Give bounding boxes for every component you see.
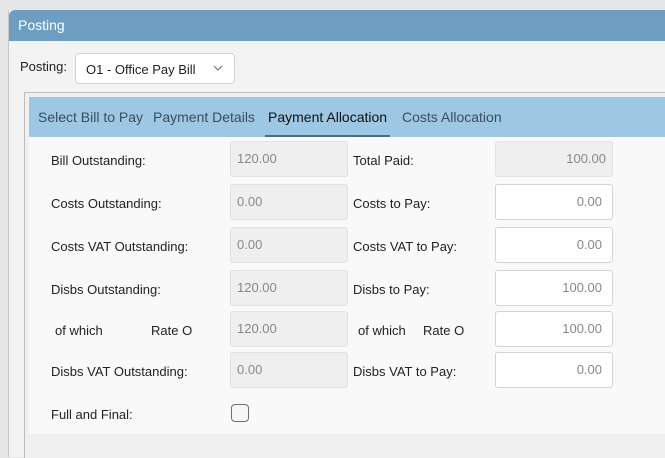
posting-select[interactable]: O1 - Office Pay Bill [75, 53, 235, 84]
posting-panel: Select Bill to Pay Payment Details Payme… [24, 92, 665, 458]
disbs-vat-to-pay-label: Disbs VAT to Pay: [353, 364, 457, 379]
of-which-rate-outstanding-field: 120.00 [230, 311, 348, 347]
full-and-final-checkbox[interactable] [231, 404, 249, 422]
tab-payment-allocation[interactable]: Payment Allocation [265, 97, 391, 137]
disbs-outstanding-label: Disbs Outstanding: [51, 282, 161, 297]
posting-select-value: O1 - Office Pay Bill [86, 62, 196, 77]
bill-outstanding-field: 120.00 [230, 141, 348, 177]
payment-allocation-form: Bill Outstanding: 120.00 Total Paid: 100… [29, 137, 665, 434]
costs-outstanding-label: Costs Outstanding: [51, 196, 162, 211]
full-and-final-label: Full and Final: [51, 407, 133, 422]
disbs-to-pay-label: Disbs to Pay: [353, 282, 430, 297]
chevron-down-icon [213, 65, 223, 71]
rate-label-left: Rate O [151, 323, 193, 338]
tab-payment-details[interactable]: Payment Details [153, 97, 255, 137]
costs-outstanding-field: 0.00 [230, 184, 348, 220]
total-paid-field: 100.00 [495, 141, 613, 177]
costs-vat-outstanding-field: 0.00 [230, 227, 348, 263]
rate-label-right: Rate O [423, 323, 465, 338]
tab-costs-allocation[interactable]: Costs Allocation [402, 97, 502, 137]
bill-outstanding-label: Bill Outstanding: [51, 153, 146, 168]
disbs-to-pay-input[interactable]: 100.00 [495, 270, 613, 306]
posting-label: Posting: [20, 59, 67, 74]
costs-vat-outstanding-label: Costs VAT Outstanding: [51, 239, 189, 254]
disbs-outstanding-field: 120.00 [230, 270, 348, 306]
of-which-rate-to-pay-input[interactable]: 100.00 [495, 311, 613, 347]
costs-vat-to-pay-label: Costs VAT to Pay: [353, 239, 458, 254]
costs-to-pay-label: Costs to Pay: [353, 196, 431, 211]
tab-bar: Select Bill to Pay Payment Details Payme… [29, 97, 665, 137]
disbs-vat-outstanding-label: Disbs VAT Outstanding: [51, 364, 188, 379]
disbs-vat-to-pay-input[interactable]: 0.00 [495, 352, 613, 388]
disbs-vat-outstanding-field: 0.00 [230, 352, 348, 388]
posting-window: Posting Posting: O1 - Office Pay Bill Se… [8, 10, 665, 458]
window-title: Posting [9, 10, 665, 41]
costs-vat-to-pay-input[interactable]: 0.00 [495, 227, 613, 263]
costs-to-pay-input[interactable]: 0.00 [495, 184, 613, 220]
total-paid-label: Total Paid: [353, 153, 414, 168]
tab-select-bill-to-pay[interactable]: Select Bill to Pay [38, 97, 143, 137]
of-which-label-right: of which [358, 323, 406, 338]
of-which-label-left: of which [55, 323, 103, 338]
